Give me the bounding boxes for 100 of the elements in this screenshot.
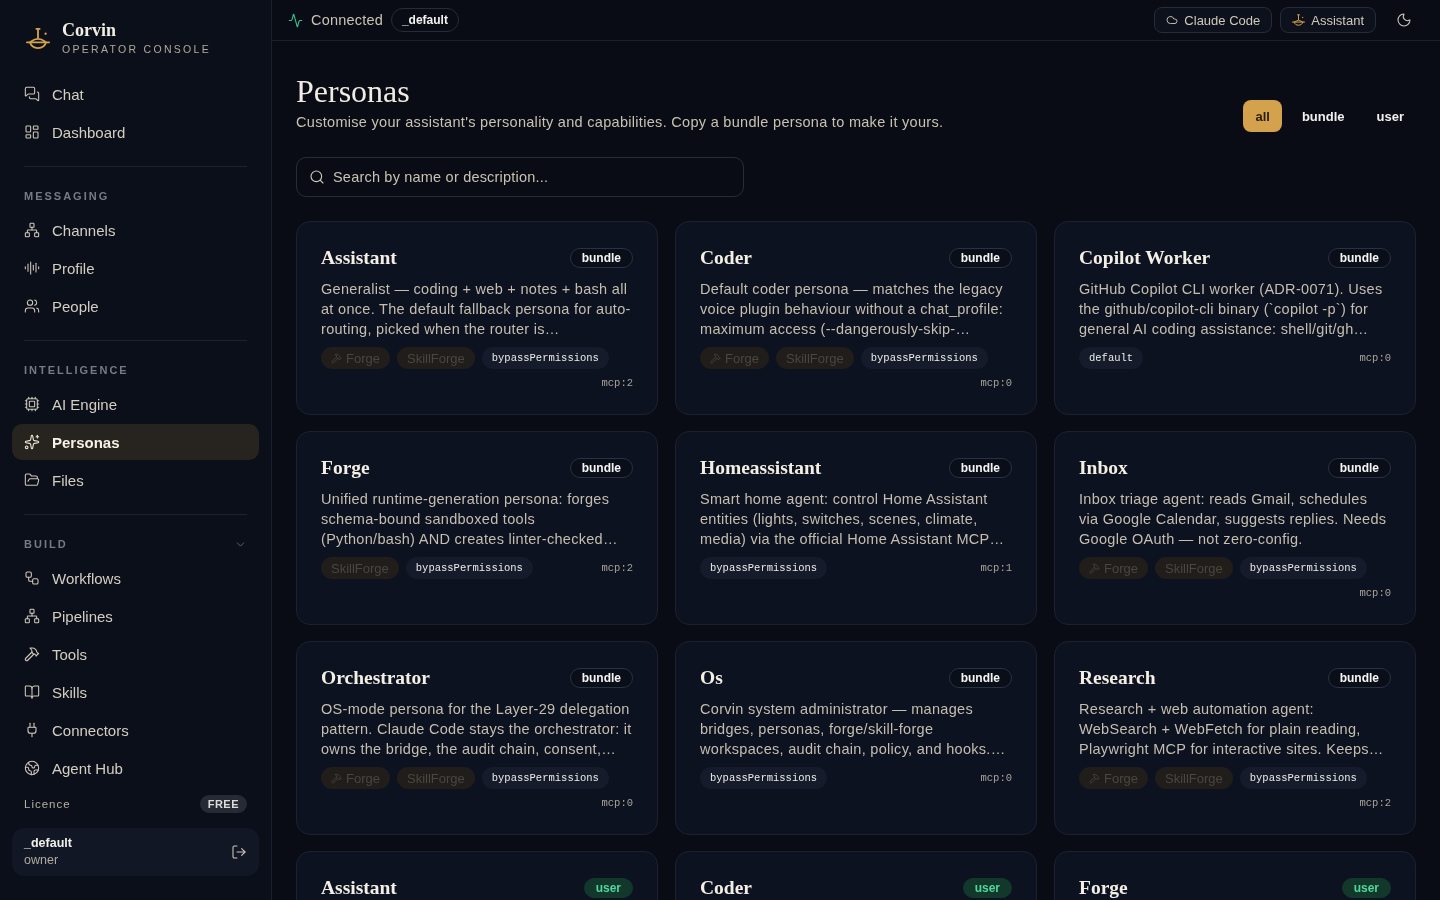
nav-item[interactable]: Skills — [12, 674, 259, 710]
section-heading: INTELLIGENCE — [24, 363, 129, 377]
persona-title: Forge — [321, 458, 370, 478]
chat-bubbles-icon — [24, 86, 40, 102]
permission-tag: bypassPermissions — [405, 557, 533, 579]
globe-icon — [24, 760, 40, 776]
persona-title: Copilot Worker — [1079, 248, 1211, 268]
mcp-count: mcp:2 — [1359, 796, 1391, 811]
source-badge: bundle — [1327, 668, 1391, 688]
moon-icon — [1396, 12, 1412, 28]
persona-title: Inbox — [1079, 458, 1128, 478]
section-heading: MESSAGING — [24, 189, 110, 203]
user-name: _default — [24, 835, 72, 852]
mcp-count: mcp:0 — [980, 376, 1012, 391]
nav-item[interactable]: Pipelines — [12, 598, 259, 634]
persona-description: Research + web automation agent: WebSearch + WebFetch for plain reading, Playwright MCP for interactive sites. Keeps… — [1079, 700, 1385, 759]
source-badge: bundle — [569, 668, 633, 688]
persona-title: Forge — [1079, 878, 1128, 898]
persona-card[interactable]: Forge user — [1054, 851, 1416, 900]
nav-item[interactable]: Connectors — [12, 712, 259, 748]
nav-item[interactable]: Chat — [12, 76, 259, 112]
nav-item[interactable]: Profile — [12, 250, 259, 286]
persona-description: Corvin system administrator — manages bridges, personas, forge/skill-forge workspaces, audit chain, policy, and hooks.… — [700, 700, 1007, 759]
persona-title: Coder — [700, 248, 752, 268]
persona-card[interactable]: Coder user — [675, 851, 1037, 900]
cpu-icon — [24, 396, 40, 412]
nav-item[interactable]: Files — [12, 462, 259, 498]
mcp-count: mcp:0 — [1359, 586, 1391, 601]
persona-description: Inbox triage agent: reads Gmail, schedules via Google Calendar, suggests replies. Needs Google OAuth — not zero-config. — [1079, 490, 1388, 549]
search-icon — [309, 169, 325, 185]
permission-tag: bypassPermissions — [481, 347, 609, 369]
hammer-icon — [331, 772, 342, 784]
source-badge: user — [583, 878, 633, 898]
audio-lines-icon — [24, 260, 40, 276]
mcp-count: mcp:0 — [1359, 351, 1391, 366]
connection-status: Connected — [311, 12, 383, 28]
persona-card[interactable]: Assistant user — [296, 851, 658, 900]
book-icon — [24, 684, 40, 700]
mcp-count: mcp:2 — [601, 561, 633, 576]
search-field[interactable]: Search by name or description... — [296, 157, 744, 197]
page-title: Personas — [296, 73, 411, 109]
section-heading: BUILD — [24, 537, 68, 551]
permission-tag: bypassPermissions — [481, 767, 609, 789]
permission-tag: bypassPermissions — [700, 557, 828, 579]
persona-card[interactable]: Homeassistant bundle Smart home agent: control Home Assistant entities (lights, switches, scenes, climate, media) via the official Home Assistant MCP… bypassPermissions mcp:1 — [675, 431, 1037, 625]
mcp-count: mcp:2 — [601, 376, 633, 391]
persona-title: Assistant — [321, 248, 397, 268]
workflow-icon — [24, 570, 40, 586]
source-badge: bundle — [569, 458, 633, 478]
persona-description: OS-mode persona for the Layer-29 delegation pattern. Claude Code stays the orchestrator: it owns the bridge, the audit chain, consent,… — [321, 700, 633, 759]
source-badge: bundle — [948, 668, 1012, 688]
persona-description: Generalist — coding + web + notes + bash all at once. The default fallback persona for auto-routing, picked when the router is… — [321, 280, 632, 339]
source-badge: user — [962, 878, 1012, 898]
hammer-icon — [1089, 562, 1100, 574]
persona-title: Assistant — [321, 878, 397, 898]
source-badge: bundle — [1327, 248, 1391, 268]
dashboard-icon — [24, 124, 40, 140]
source-badge: user — [1341, 878, 1391, 898]
hammer-icon — [1089, 772, 1100, 784]
network-icon — [24, 222, 40, 238]
permission-tag: bypassPermissions — [700, 767, 828, 789]
persona-description: Smart home agent: control Home Assistant entities (lights, switches, scenes, climate, media) via the official Home Assistant MCP… — [700, 490, 1006, 549]
permission-tag: bypassPermissions — [1239, 767, 1367, 789]
network-icon — [24, 608, 40, 624]
hammer-icon — [331, 352, 342, 364]
nav-item[interactable]: People — [12, 288, 259, 324]
persona-description: Unified runtime-generation persona: forges schema-bound sandboxed tools (Python/bash) AND creates linter-checked… — [321, 490, 619, 549]
user-role: owner — [24, 852, 60, 869]
persona-title: Orchestrator — [321, 668, 430, 688]
nav-item[interactable]: AI Engine — [12, 386, 259, 422]
mcp-count: mcp:0 — [601, 796, 633, 811]
filter-tab[interactable]: user — [1364, 100, 1416, 132]
cloud-icon — [1166, 14, 1179, 26]
filter-tab[interactable]: all — [1243, 100, 1282, 132]
folder-icon — [24, 472, 40, 488]
header-button[interactable]: Assistant — [1280, 7, 1376, 33]
brand-logo-icon — [26, 27, 50, 49]
nav-item[interactable]: Tools — [12, 636, 259, 672]
nav-item[interactable]: Channels — [12, 212, 259, 248]
nav-item[interactable]: Workflows — [12, 560, 259, 596]
nav-item[interactable]: Personas — [12, 424, 259, 460]
nav-item[interactable]: Agent Hub — [12, 750, 259, 786]
source-badge: bundle — [569, 248, 633, 268]
saucer-icon — [1292, 14, 1306, 26]
persona-card[interactable]: Os bundle Corvin system administrator — manages bridges, personas, forge/skill-forge workspaces, audit chain, policy, and hooks.… bypassPermissions mcp:0 — [675, 641, 1037, 835]
source-badge: bundle — [948, 458, 1012, 478]
page-subtitle: Customise your assistant's personality and capabilities. Copy a bundle persona to make it yours. — [296, 113, 944, 132]
persona-title: Os — [700, 668, 723, 688]
sparkles-icon — [24, 434, 40, 450]
filter-tab[interactable]: bundle — [1289, 100, 1357, 132]
persona-card[interactable]: Copilot Worker bundle GitHub Copilot CLI worker (ADR-0071). Uses the github/copilot-cli binary (`copilot -p`) for general AI coding assistance: shell/git/gh… default mcp:0 — [1054, 221, 1416, 415]
nav-item[interactable]: Dashboard — [12, 114, 259, 150]
plug-icon — [24, 722, 40, 738]
mcp-count: mcp:0 — [980, 771, 1012, 786]
persona-description: Default coder persona — matches the legacy voice plugin behaviour without a chat_profile: maximum access (--dangerously-skip-… — [700, 280, 1005, 339]
persona-title: Coder — [700, 878, 752, 898]
header-button[interactable]: Claude Code — [1154, 7, 1273, 33]
permission-tag: bypassPermissions — [860, 347, 988, 369]
users-icon — [24, 298, 40, 314]
logout-button[interactable] — [231, 844, 247, 860]
